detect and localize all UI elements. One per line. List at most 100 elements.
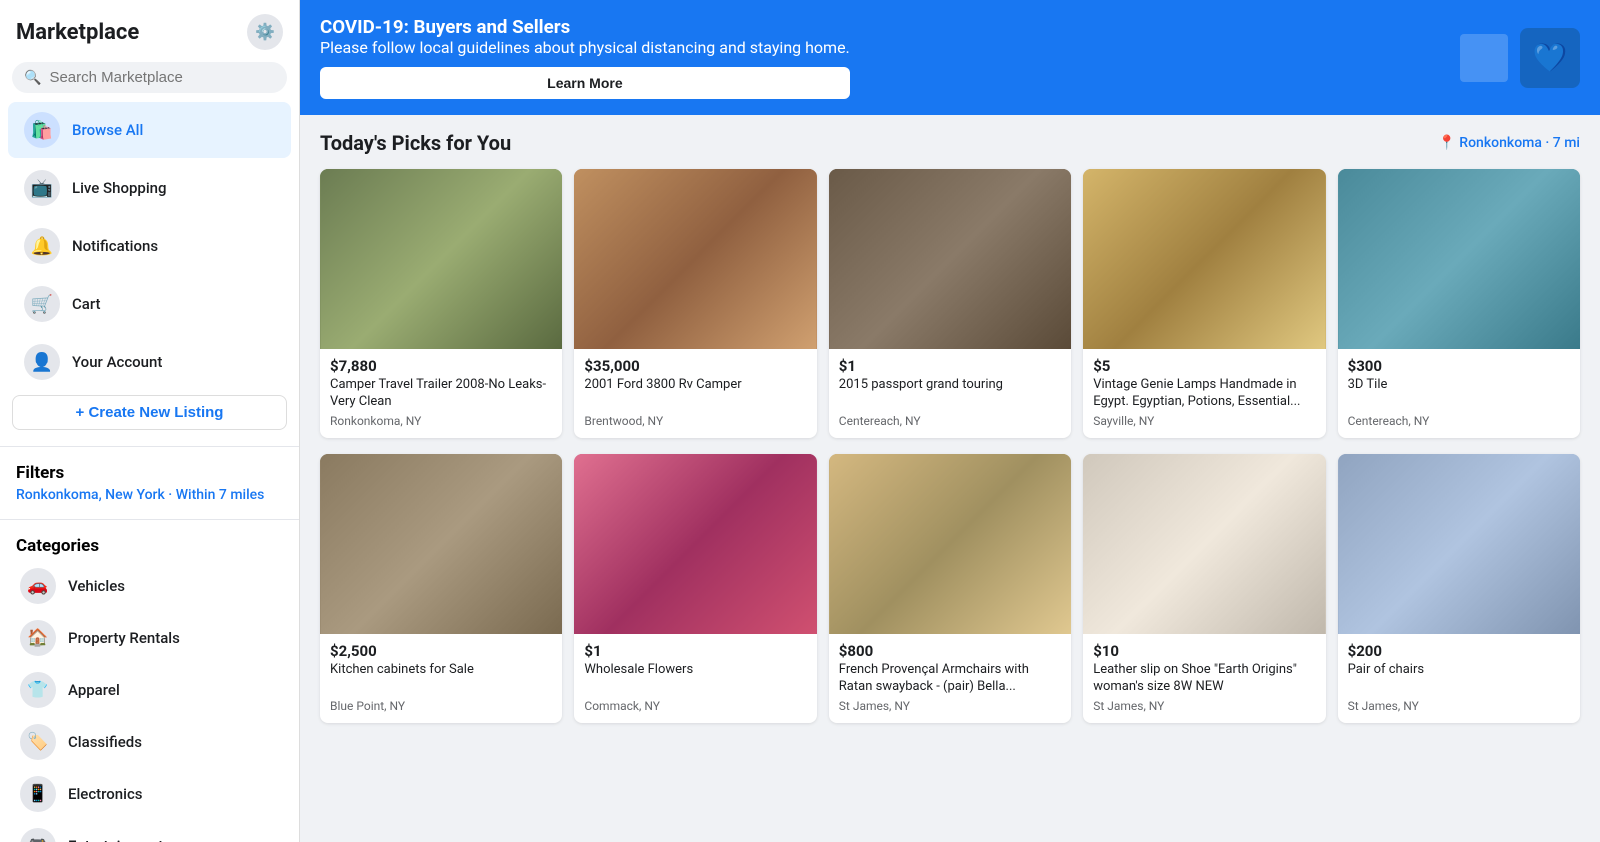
nav-notifications-label: Notifications: [72, 237, 158, 255]
category-entertainment-label: Entertainment: [68, 837, 163, 842]
listing-title-2: 2001 Ford 3800 Rv Camper: [584, 377, 806, 411]
listing-price-1: $7,880: [330, 357, 552, 375]
categories-title: Categories: [16, 536, 283, 556]
search-bar[interactable]: 🔍: [12, 62, 287, 93]
live-shopping-icon: 📺: [24, 170, 60, 206]
listing-location-8: St James, NY: [839, 699, 1061, 713]
filters-location[interactable]: Ronkonkoma, New York · Within 7 miles: [16, 487, 283, 503]
listing-price-8: $800: [839, 642, 1061, 660]
listing-location-2: Brentwood, NY: [584, 414, 806, 428]
listing-info-2: $35,000 2001 Ford 3800 Rv Camper Brentwo…: [574, 349, 816, 438]
search-icon: 🔍: [24, 70, 41, 86]
category-classifieds[interactable]: 🏷️ Classifieds: [16, 716, 283, 768]
nav-live-shopping[interactable]: 📺 Live Shopping: [8, 160, 291, 216]
listings-grid-row1: $7,880 Camper Travel Trailer 2008-No Lea…: [320, 169, 1580, 438]
listing-info-10: $200 Pair of chairs St James, NY: [1338, 634, 1580, 723]
search-input[interactable]: [49, 69, 275, 86]
listing-card-5[interactable]: $300 3D Tile Centereach, NY: [1338, 169, 1580, 438]
browse-all-icon: 🛍️: [24, 112, 60, 148]
listing-card-3[interactable]: $1 2015 passport grand touring Centereac…: [829, 169, 1071, 438]
nav-browse-all-label: Browse All: [72, 121, 143, 139]
listing-title-1: Camper Travel Trailer 2008-No Leaks-Very…: [330, 377, 552, 411]
category-property-rentals-label: Property Rentals: [68, 629, 180, 647]
electronics-icon: 📱: [20, 776, 56, 812]
listing-title-8: French Provençal Armchairs with Ratan sw…: [839, 662, 1061, 696]
heart-icon: 💙: [1533, 41, 1568, 74]
listing-info-6: $2,500 Kitchen cabinets for Sale Blue Po…: [320, 634, 562, 723]
listing-location-6: Blue Point, NY: [330, 699, 552, 713]
category-vehicles-label: Vehicles: [68, 577, 125, 595]
listing-title-10: Pair of chairs: [1348, 662, 1570, 696]
listing-location-4: Sayville, NY: [1093, 414, 1315, 428]
listing-image-2: [574, 169, 816, 349]
covid-text: COVID-19: Buyers and Sellers Please foll…: [320, 16, 850, 99]
covid-description: Please follow local guidelines about phy…: [320, 38, 850, 57]
listing-image-8: [829, 454, 1071, 634]
listing-price-10: $200: [1348, 642, 1570, 660]
listing-card-9[interactable]: $10 Leather slip on Shoe "Earth Origins"…: [1083, 454, 1325, 723]
listing-title-6: Kitchen cabinets for Sale: [330, 662, 552, 696]
category-entertainment[interactable]: 🎮 Entertainment: [16, 820, 283, 842]
listing-info-4: $5 Vintage Genie Lamps Handmade in Egypt…: [1083, 349, 1325, 438]
listing-price-6: $2,500: [330, 642, 552, 660]
listing-image-10: [1338, 454, 1580, 634]
listing-price-7: $1: [584, 642, 806, 660]
vehicles-icon: 🚗: [20, 568, 56, 604]
listing-card-4[interactable]: $5 Vintage Genie Lamps Handmade in Egypt…: [1083, 169, 1325, 438]
nav-cart-label: Cart: [72, 295, 101, 313]
listing-info-3: $1 2015 passport grand touring Centereac…: [829, 349, 1071, 438]
nav-browse-all[interactable]: 🛍️ Browse All: [8, 102, 291, 158]
cart-icon: 🛒: [24, 286, 60, 322]
covid-right: 💙: [1460, 28, 1580, 88]
listing-price-4: $5: [1093, 357, 1315, 375]
category-apparel[interactable]: 👕 Apparel: [16, 664, 283, 716]
listing-price-3: $1: [839, 357, 1061, 375]
listing-location-1: Ronkonkoma, NY: [330, 414, 552, 428]
listing-location-9: St James, NY: [1093, 699, 1315, 713]
listing-card-1[interactable]: $7,880 Camper Travel Trailer 2008-No Lea…: [320, 169, 562, 438]
sidebar: Marketplace ⚙️ 🔍 🛍️ Browse All 📺 Live Sh…: [0, 0, 300, 842]
nav-your-account-label: Your Account: [72, 353, 162, 371]
filters-section: Filters Ronkonkoma, New York · Within 7 …: [0, 455, 299, 511]
listing-card-8[interactable]: $800 French Provençal Armchairs with Rat…: [829, 454, 1071, 723]
covid-banner: COVID-19: Buyers and Sellers Please foll…: [300, 0, 1600, 115]
nav-cart[interactable]: 🛒 Cart: [8, 276, 291, 332]
main-content: COVID-19: Buyers and Sellers Please foll…: [300, 0, 1600, 842]
create-listing-button[interactable]: + Create New Listing: [12, 395, 287, 430]
listing-info-8: $800 French Provençal Armchairs with Rat…: [829, 634, 1071, 723]
category-property-rentals[interactable]: 🏠 Property Rentals: [16, 612, 283, 664]
divider-2: [0, 519, 299, 520]
nav-notifications[interactable]: 🔔 Notifications: [8, 218, 291, 274]
listing-title-7: Wholesale Flowers: [584, 662, 806, 696]
learn-more-button[interactable]: Learn More: [320, 67, 850, 99]
listing-title-5: 3D Tile: [1348, 377, 1570, 411]
nav-your-account[interactable]: 👤 Your Account: [8, 334, 291, 390]
listing-card-10[interactable]: $200 Pair of chairs St James, NY: [1338, 454, 1580, 723]
category-vehicles[interactable]: 🚗 Vehicles: [16, 560, 283, 612]
listing-price-9: $10: [1093, 642, 1315, 660]
section-title: Today's Picks for You: [320, 131, 511, 155]
listing-card-7[interactable]: $1 Wholesale Flowers Commack, NY: [574, 454, 816, 723]
category-electronics[interactable]: 📱 Electronics: [16, 768, 283, 820]
property-rentals-icon: 🏠: [20, 620, 56, 656]
listing-info-5: $300 3D Tile Centereach, NY: [1338, 349, 1580, 438]
listing-location-7: Commack, NY: [584, 699, 806, 713]
your-account-icon: 👤: [24, 344, 60, 380]
apparel-icon: 👕: [20, 672, 56, 708]
listing-price-5: $300: [1348, 357, 1570, 375]
listings-area: Today's Picks for You 📍 Ronkonkoma · 7 m…: [300, 115, 1600, 842]
listing-info-1: $7,880 Camper Travel Trailer 2008-No Lea…: [320, 349, 562, 438]
listing-image-6: [320, 454, 562, 634]
nav-live-shopping-label: Live Shopping: [72, 179, 167, 197]
sidebar-title: Marketplace: [16, 20, 139, 45]
filters-title: Filters: [16, 463, 283, 483]
listing-card-6[interactable]: $2,500 Kitchen cabinets for Sale Blue Po…: [320, 454, 562, 723]
settings-button[interactable]: ⚙️: [247, 14, 283, 50]
listing-image-9: [1083, 454, 1325, 634]
placeholder-box-1: [1460, 34, 1508, 82]
listing-info-9: $10 Leather slip on Shoe "Earth Origins"…: [1083, 634, 1325, 723]
listing-card-2[interactable]: $35,000 2001 Ford 3800 Rv Camper Brentwo…: [574, 169, 816, 438]
section-header: Today's Picks for You 📍 Ronkonkoma · 7 m…: [320, 131, 1580, 155]
listing-image-3: [829, 169, 1071, 349]
listing-title-3: 2015 passport grand touring: [839, 377, 1061, 411]
